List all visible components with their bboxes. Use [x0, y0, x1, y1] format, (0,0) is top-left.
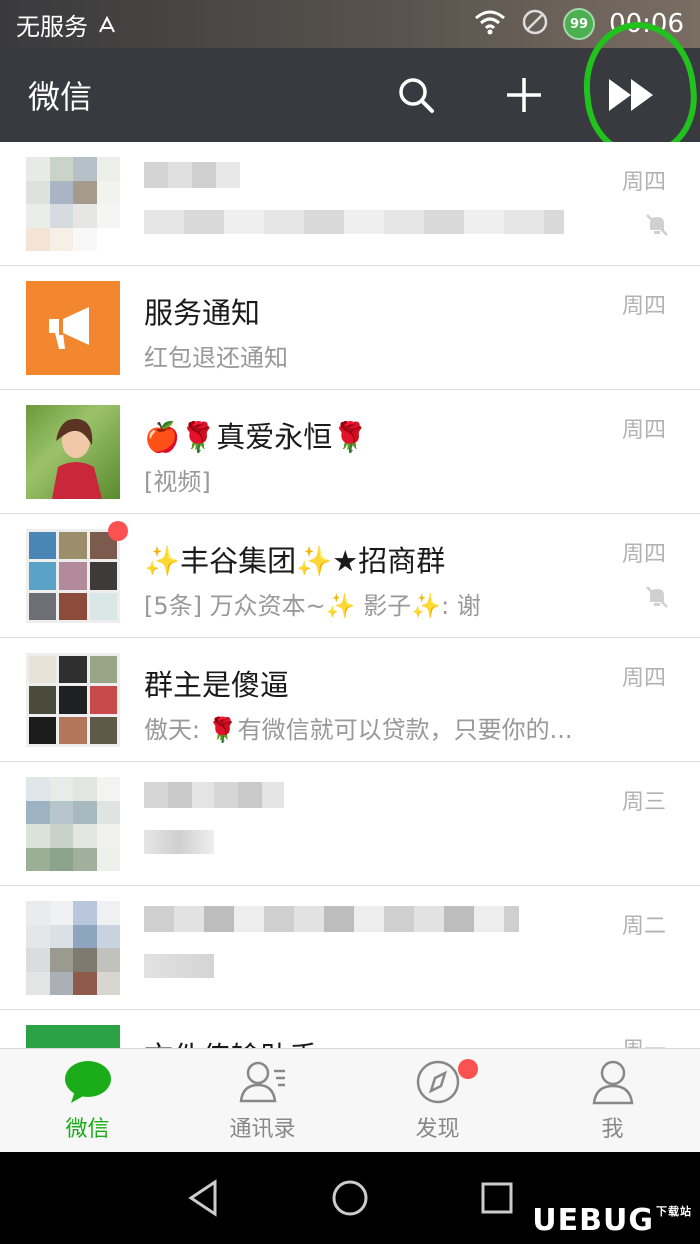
blurred-message — [144, 210, 564, 234]
carrier-label: 无服务 — [16, 12, 88, 41]
page-title: 微信 — [28, 78, 93, 116]
avatar — [26, 1025, 120, 1048]
compass-icon — [416, 1060, 459, 1103]
back-icon — [188, 1179, 217, 1217]
blurred-name — [144, 162, 240, 188]
chat-time: 周四 — [621, 294, 666, 319]
chat-time: 周四 — [621, 542, 666, 567]
chat-name: 群主是傻逼 — [144, 668, 290, 702]
blurred-message — [144, 830, 214, 854]
sim-icon — [96, 14, 118, 34]
watermark-logo: UEBUG 下载站 — [532, 1203, 692, 1238]
discover-badge — [458, 1059, 478, 1079]
tab-label: 发现 — [415, 1116, 460, 1142]
avatar — [26, 521, 128, 623]
search-icon — [399, 78, 434, 113]
chat-time: 周四 — [621, 170, 666, 195]
avatar — [26, 405, 120, 499]
blurred-name — [144, 906, 519, 932]
chat-name: 文件传输助手 — [144, 1034, 318, 1048]
chat-name: 🍎🌹真爱永恒🌹 — [144, 420, 369, 454]
chat-time: 周四 — [621, 418, 666, 443]
home-button[interactable] — [320, 1168, 380, 1228]
battery-badge: 99 — [563, 8, 596, 40]
search-button[interactable] — [376, 55, 456, 135]
mute-icon — [646, 214, 668, 236]
status-bar: 无服务 99 00:06 — [0, 0, 700, 48]
chat-row[interactable]: 周三 — [0, 762, 700, 886]
chat-time: 周三 — [621, 790, 666, 815]
recents-button[interactable] — [467, 1168, 527, 1228]
profile-icon — [592, 1060, 633, 1104]
contacts-icon — [239, 1061, 285, 1102]
chat-name: 服务通知 — [144, 296, 261, 330]
back-button[interactable] — [173, 1168, 233, 1228]
chat-time: 周二 — [621, 914, 666, 939]
avatar — [26, 901, 120, 995]
chat-row[interactable]: 🍎🌹真爱永恒🌹 [视频] 周四 — [0, 390, 700, 514]
avatar — [26, 281, 120, 375]
add-button[interactable] — [484, 55, 564, 135]
tab-label: 通讯录 — [229, 1116, 296, 1142]
chat-row[interactable]: ✨丰谷集团✨★招商群 [5条] 万众资本~✨ 影子✨: 谢 周四 — [0, 514, 700, 638]
tab-bar: 微信 通讯录 发现 我 — [0, 1048, 700, 1152]
mute-icon — [646, 586, 668, 608]
no-signal-icon — [521, 8, 549, 40]
chat-list[interactable]: 周四 服务通知 红包退还通知 周四 🍎🌹真爱永恒🌹 [视频] 周四 ✨丰谷集团✨… — [0, 142, 700, 1048]
megaphone-icon — [49, 307, 89, 349]
chat-preview: [视频] — [144, 468, 211, 496]
chat-preview: 傲天: 🌹有微信就可以贷款，只要你的... — [144, 716, 573, 744]
tab-label: 微信 — [65, 1116, 110, 1142]
chat-time: 周四 — [621, 666, 666, 691]
tab-discover[interactable]: 发现 — [350, 1049, 525, 1152]
chat-row[interactable]: 周二 — [0, 886, 700, 1010]
tab-chats[interactable]: 微信 — [0, 1049, 175, 1152]
chat-time: 周一 — [622, 1032, 666, 1048]
chat-row[interactable]: 群主是傻逼 傲天: 🌹有微信就可以贷款，只要你的... 周四 — [0, 638, 700, 762]
avatar — [26, 653, 120, 747]
blurred-message — [144, 954, 214, 978]
add-icon — [507, 78, 541, 112]
tab-label: 我 — [601, 1116, 624, 1142]
chat-row[interactable]: 周四 — [0, 142, 700, 266]
chat-name: ✨丰谷集团✨★招商群 — [144, 544, 446, 578]
chat-row[interactable]: 服务通知 红包退还通知 周四 — [0, 266, 700, 390]
avatar — [26, 777, 120, 871]
unread-dot — [108, 521, 128, 541]
recents-icon — [481, 1182, 513, 1214]
chat-preview: [5条] 万众资本~✨ 影子✨: 谢 — [144, 592, 481, 620]
chat-row[interactable]: 文件传输助手 周一 — [0, 1010, 700, 1048]
wifi-icon — [473, 9, 507, 39]
tab-contacts[interactable]: 通讯录 — [175, 1049, 350, 1152]
tab-me[interactable]: 我 — [525, 1049, 700, 1152]
home-icon — [332, 1180, 368, 1216]
chat-preview: 红包退还通知 — [144, 344, 288, 372]
chat-bubble-icon — [64, 1060, 111, 1103]
blurred-name — [144, 782, 284, 808]
avatar — [26, 157, 120, 251]
